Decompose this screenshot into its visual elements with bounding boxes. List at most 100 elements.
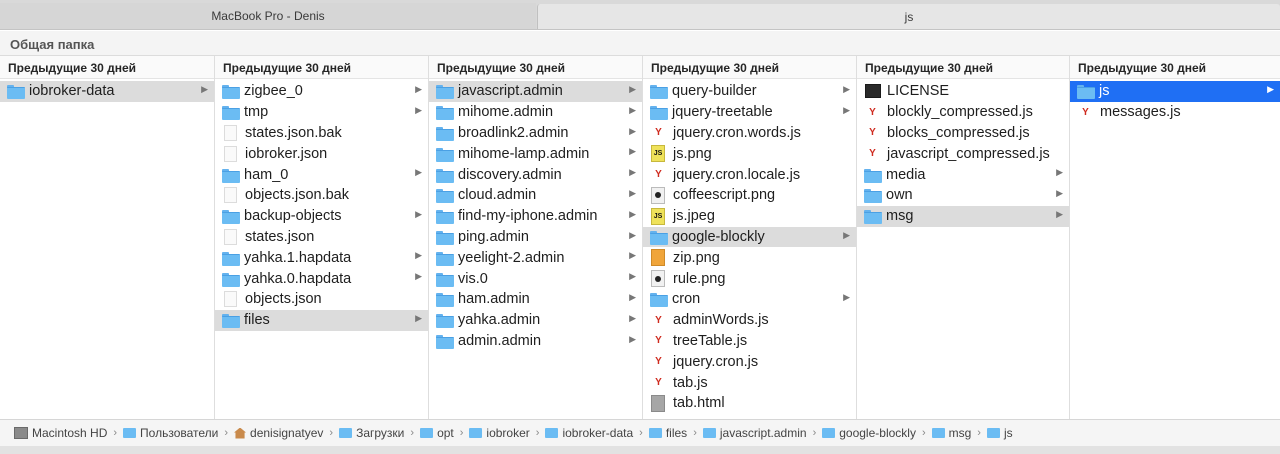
breadcrumb-item[interactable]: Macintosh HD › [14, 426, 123, 440]
file-row[interactable]: coffeescript.png [643, 185, 856, 206]
file-row[interactable]: Yblockly_compressed.js [857, 102, 1069, 123]
folder-icon [7, 85, 25, 100]
path-bar: Macintosh HD › Пользователи › denisignatyev ›… [0, 419, 1280, 446]
folder-icon [222, 210, 240, 225]
folder-row[interactable]: js ▶ [1070, 81, 1280, 102]
breadcrumb-item[interactable]: Загрузки › [339, 426, 420, 440]
file-row[interactable]: JS js.jpeg [643, 206, 856, 227]
file-row[interactable]: states.json.bak [215, 123, 428, 144]
folder-row[interactable]: files ▶ [215, 309, 428, 331]
file-row[interactable]: rule.png [643, 268, 856, 289]
breadcrumb-item[interactable]: js [986, 426, 1013, 440]
item-label: jquery.cron.js [673, 353, 759, 370]
js-file-icon: Y [652, 332, 665, 349]
column-header[interactable]: Предыдущие 30 дней [429, 56, 642, 79]
folder-row[interactable]: google-blockly ▶ [643, 226, 856, 248]
column-header[interactable]: Предыдущие 30 дней [1070, 56, 1280, 79]
chevron-right-icon: ▶ [415, 167, 422, 178]
folder-icon-body [436, 128, 454, 141]
item-label: adminWords.js [673, 312, 769, 329]
breadcrumb-item[interactable]: Пользователи › [123, 426, 234, 440]
file-row[interactable]: Yjquery.cron.locale.js [643, 164, 856, 185]
breadcrumb-item[interactable]: google-blockly › [822, 426, 931, 440]
folder-row[interactable]: broadlink2.admin ▶ [429, 123, 642, 144]
breadcrumb-item[interactable]: javascript.admin › [702, 426, 822, 440]
folder-row[interactable]: query-builder ▶ [643, 81, 856, 102]
chevron-right-icon: ▶ [629, 333, 636, 344]
folder-row[interactable]: own ▶ [857, 185, 1069, 206]
folder-row[interactable]: iobroker-data ▶ [0, 81, 214, 102]
js-file-icon: Y [652, 166, 665, 183]
chevron-right-icon: ▶ [629, 125, 636, 136]
folder-row[interactable]: javascript.admin ▶ [429, 81, 642, 102]
folder-row[interactable]: media ▶ [857, 164, 1069, 185]
folder-row[interactable]: vis.0 ▶ [429, 268, 642, 289]
file-row[interactable]: YadminWords.js [643, 310, 856, 331]
file-row[interactable]: objects.json.bak [215, 185, 428, 206]
column-header[interactable]: Предыдущие 30 дней [857, 56, 1069, 79]
tab-js[interactable]: js [537, 4, 1280, 29]
folder-row[interactable]: discovery.admin ▶ [429, 164, 642, 185]
folder-row[interactable]: zigbee_0 ▶ [215, 81, 428, 102]
file-row[interactable]: zip.png [643, 247, 856, 268]
folder-row[interactable]: yahka.0.hapdata ▶ [215, 268, 428, 289]
folder-icon-body [436, 316, 454, 329]
folder-row[interactable]: yeelight-2.admin ▶ [429, 247, 642, 268]
js-image-icon: JS [651, 207, 665, 225]
js-file-icon: Y [652, 124, 665, 141]
folder-icon-body [650, 232, 668, 245]
column-header[interactable]: Предыдущие 30 дней [643, 56, 856, 79]
file-row[interactable]: Ytab.js [643, 372, 856, 393]
document-icon [224, 124, 237, 141]
folder-icon-body [436, 232, 454, 245]
column-header[interactable]: Предыдущие 30 дней [215, 56, 428, 79]
file-row[interactable]: states.json [215, 227, 428, 248]
folder-icon [436, 168, 454, 183]
file-row[interactable]: objects.json [215, 289, 428, 310]
breadcrumb-item[interactable]: iobroker › [469, 426, 545, 440]
folder-row[interactable]: ham.admin ▶ [429, 289, 642, 310]
file-row[interactable]: Yjavascript_compressed.js [857, 143, 1069, 164]
breadcrumb-separator-icon: › [224, 427, 229, 439]
js-image-icon: JS [651, 145, 665, 163]
file-row[interactable]: iobroker.json [215, 143, 428, 164]
column-1: Предыдущие 30 дней iobroker-data ▶ [0, 56, 215, 419]
folder-row[interactable]: cloud.admin ▶ [429, 185, 642, 206]
folder-icon [339, 428, 353, 438]
file-row[interactable]: Yblocks_compressed.js [857, 123, 1069, 144]
file-row[interactable]: Yjquery.cron.words.js [643, 123, 856, 144]
breadcrumb-item[interactable]: denisignatyev › [234, 426, 339, 440]
folder-row[interactable]: ping.admin ▶ [429, 227, 642, 248]
item-label: admin.admin [458, 332, 542, 349]
breadcrumb-item[interactable]: opt › [420, 426, 469, 440]
folder-row[interactable]: backup-objects ▶ [215, 206, 428, 227]
folder-row[interactable]: mihome.admin ▶ [429, 102, 642, 123]
folder-row[interactable]: yahka.admin ▶ [429, 310, 642, 331]
file-row[interactable]: Ymessages.js [1070, 102, 1280, 123]
folder-row[interactable]: mihome-lamp.admin ▶ [429, 143, 642, 164]
file-row[interactable]: YtreeTable.js [643, 331, 856, 352]
folder-row[interactable]: admin.admin ▶ [429, 331, 642, 352]
breadcrumb-item[interactable]: iobroker-data › [545, 426, 648, 440]
image-file-icon-mark [655, 275, 661, 282]
file-row[interactable]: JS js.png [643, 143, 856, 164]
folder-row[interactable]: jquery-treetable ▶ [643, 102, 856, 123]
folder-row[interactable]: yahka.1.hapdata ▶ [215, 247, 428, 268]
folder-icon-body [436, 212, 454, 225]
column-header[interactable]: Предыдущие 30 дней [0, 56, 214, 79]
folder-row[interactable]: find-my-iphone.admin ▶ [429, 206, 642, 227]
file-row[interactable]: Yjquery.cron.js [643, 351, 856, 372]
file-row[interactable]: LICENSE [857, 81, 1069, 102]
folder-row[interactable]: ham_0 ▶ [215, 164, 428, 185]
tab-macbook[interactable]: MacBook Pro - Denis [0, 3, 536, 29]
folder-row[interactable]: msg ▶ [857, 205, 1069, 227]
breadcrumb-item[interactable]: msg › [931, 426, 987, 440]
folder-row[interactable]: cron ▶ [643, 289, 856, 310]
breadcrumb-item[interactable]: files › [648, 426, 703, 440]
folder-row[interactable]: tmp ▶ [215, 102, 428, 123]
file-row[interactable]: tab.html [643, 393, 856, 414]
chevron-right-icon: ▶ [629, 250, 636, 261]
breadcrumb-separator-icon: › [977, 427, 981, 439]
folder-icon [864, 168, 882, 183]
folder-icon-body [436, 253, 454, 266]
